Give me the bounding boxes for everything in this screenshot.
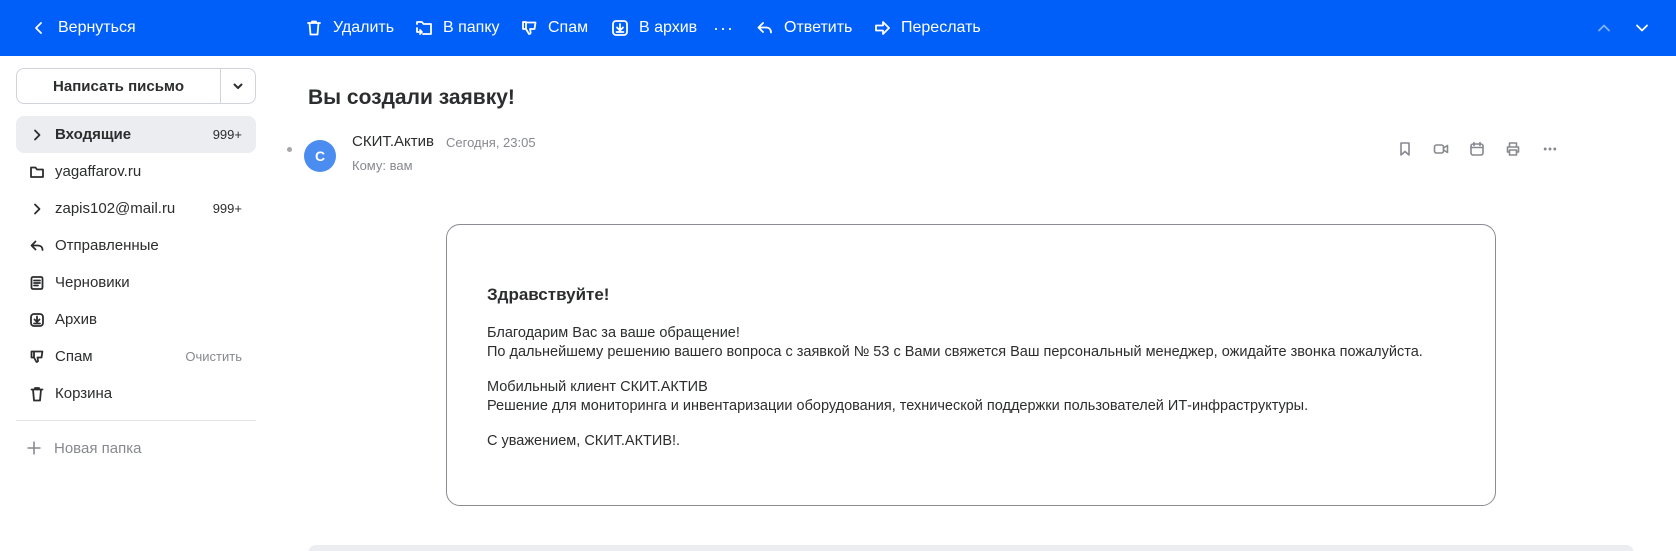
folder-zapis102[interactable]: zapis102@mail.ru 999+: [16, 190, 256, 227]
folder-label: zapis102@mail.ru: [55, 200, 176, 217]
folder-label: yagaffarov.ru: [55, 163, 142, 180]
back-button[interactable]: Вернуться: [30, 0, 136, 56]
back-label: Вернуться: [58, 19, 136, 36]
body-paragraph-2: Мобильный клиент СКИТ.АКТИВ Решение для …: [487, 378, 1308, 416]
folder-yagaffarov[interactable]: yagaffarov.ru: [16, 153, 256, 190]
read-status-dot[interactable]: [287, 147, 292, 152]
reply-icon: [757, 22, 772, 34]
forward-button[interactable]: Переслать: [873, 0, 981, 56]
compose-button[interactable]: Написать письмо: [17, 69, 220, 103]
folder-label: Отправленные: [55, 237, 159, 254]
forward-label: Переслать: [901, 19, 981, 36]
compose-control: Написать письмо: [16, 68, 256, 104]
move-folder-icon: [416, 21, 432, 35]
sender-name[interactable]: СКИТ.Актив: [352, 133, 434, 150]
body-signature: С уважением, СКИТ.АКТИВ!.: [487, 433, 681, 449]
sidebar-divider: [16, 420, 256, 421]
folder-drafts[interactable]: Черновики: [16, 264, 256, 301]
new-folder-button[interactable]: Новая папка: [26, 437, 141, 459]
spam-label: Спам: [548, 19, 589, 36]
folder-archive[interactable]: Архив: [16, 301, 256, 338]
draft-icon: [28, 274, 46, 292]
print-icon: [1506, 142, 1520, 156]
chevron-down-icon: [233, 83, 243, 89]
spam-icon: [28, 348, 46, 366]
chevron-left-icon: [35, 22, 42, 34]
delete-button[interactable]: Удалить: [305, 0, 394, 56]
chevron-up-icon: [1598, 24, 1610, 32]
more-icon: ···: [713, 17, 734, 38]
sent-icon: [28, 237, 46, 255]
message-date: Сегодня, 23:05: [446, 135, 536, 150]
chevron-right-icon[interactable]: [28, 200, 46, 218]
next-message-button[interactable]: [1632, 0, 1652, 56]
unread-count: 999+: [212, 201, 242, 216]
top-toolbar: Вернуться Удалить В папку Спам В архив ·…: [0, 0, 1676, 56]
folder-sent[interactable]: Отправленные: [16, 227, 256, 264]
message-body-card: Здравствуйте! Благодарим Вас за ваше обр…: [446, 224, 1496, 506]
message-subject: Вы создали заявку!: [308, 86, 515, 109]
move-to-folder-button[interactable]: В папку: [415, 0, 500, 56]
bookmark-button[interactable]: [1396, 140, 1414, 158]
move-label: В папку: [443, 19, 500, 36]
print-button[interactable]: [1504, 140, 1522, 158]
folder-label: Корзина: [55, 385, 113, 402]
new-folder-label: Новая папка: [54, 439, 142, 457]
message-actions: [1396, 140, 1560, 158]
trash-icon: [307, 20, 321, 36]
archive-label: В архив: [639, 19, 698, 36]
body-text-line: Мобильный клиент СКИТ.АКТИВ: [487, 379, 708, 395]
body-paragraph-1: Благодарим Вас за ваше обращение! По дал…: [487, 324, 1423, 362]
previous-message-button[interactable]: [1594, 0, 1614, 56]
calendar-button[interactable]: [1468, 140, 1486, 158]
folder-label: Черновики: [55, 274, 130, 291]
video-icon: [1433, 144, 1449, 154]
more-icon: [1543, 147, 1557, 151]
calendar-icon: [1470, 141, 1484, 156]
folder-inbox[interactable]: Входящие 999+: [16, 116, 256, 153]
chevron-right-icon[interactable]: [28, 126, 46, 144]
spam-button[interactable]: Спам: [520, 0, 588, 56]
archive-button[interactable]: В архив: [611, 0, 697, 56]
folder-list: Входящие 999+ yagaffarov.ru zapis102@mai…: [16, 116, 256, 412]
forward-icon: [875, 21, 890, 35]
reply-area-edge: [308, 545, 1634, 551]
folder-trash[interactable]: Корзина: [16, 375, 256, 412]
folder-label: Архив: [55, 311, 98, 328]
video-call-button[interactable]: [1432, 140, 1450, 158]
body-text-line: Решение для мониторинга и инвентаризации…: [487, 398, 1309, 414]
recipient-line: Кому: вам: [352, 158, 413, 173]
body-text-line: Благодарим Вас за ваше обращение!: [487, 325, 740, 341]
chevron-down-icon: [1636, 24, 1648, 32]
body-paragraph-3: С уважением, СКИТ.АКТИВ!.: [487, 432, 680, 451]
unread-count: 999+: [212, 127, 242, 142]
compose-options-button[interactable]: [220, 69, 255, 103]
folder-spam[interactable]: Спам Очистить: [16, 338, 256, 375]
archive-icon: [612, 20, 628, 36]
reply-label: Ответить: [784, 19, 853, 36]
folder-icon: [28, 163, 46, 181]
clear-spam-button[interactable]: Очистить: [185, 349, 242, 364]
trash-icon: [28, 385, 46, 403]
body-greeting: Здравствуйте!: [487, 285, 610, 304]
folder-label: Входящие: [55, 126, 132, 143]
reply-button[interactable]: Ответить: [756, 0, 852, 56]
thumbs-down-icon: [522, 21, 537, 35]
archive-icon: [28, 311, 46, 329]
folder-label: Спам: [55, 348, 93, 365]
plus-icon: [27, 441, 41, 455]
more-actions-button[interactable]: ···: [713, 0, 734, 56]
more-options-button[interactable]: [1540, 140, 1560, 158]
bookmark-icon: [1400, 142, 1410, 156]
avatar[interactable]: С: [304, 140, 336, 172]
delete-label: Удалить: [333, 19, 395, 36]
body-text-line: По дальнейшему решению вашего вопроса с …: [487, 344, 1423, 360]
